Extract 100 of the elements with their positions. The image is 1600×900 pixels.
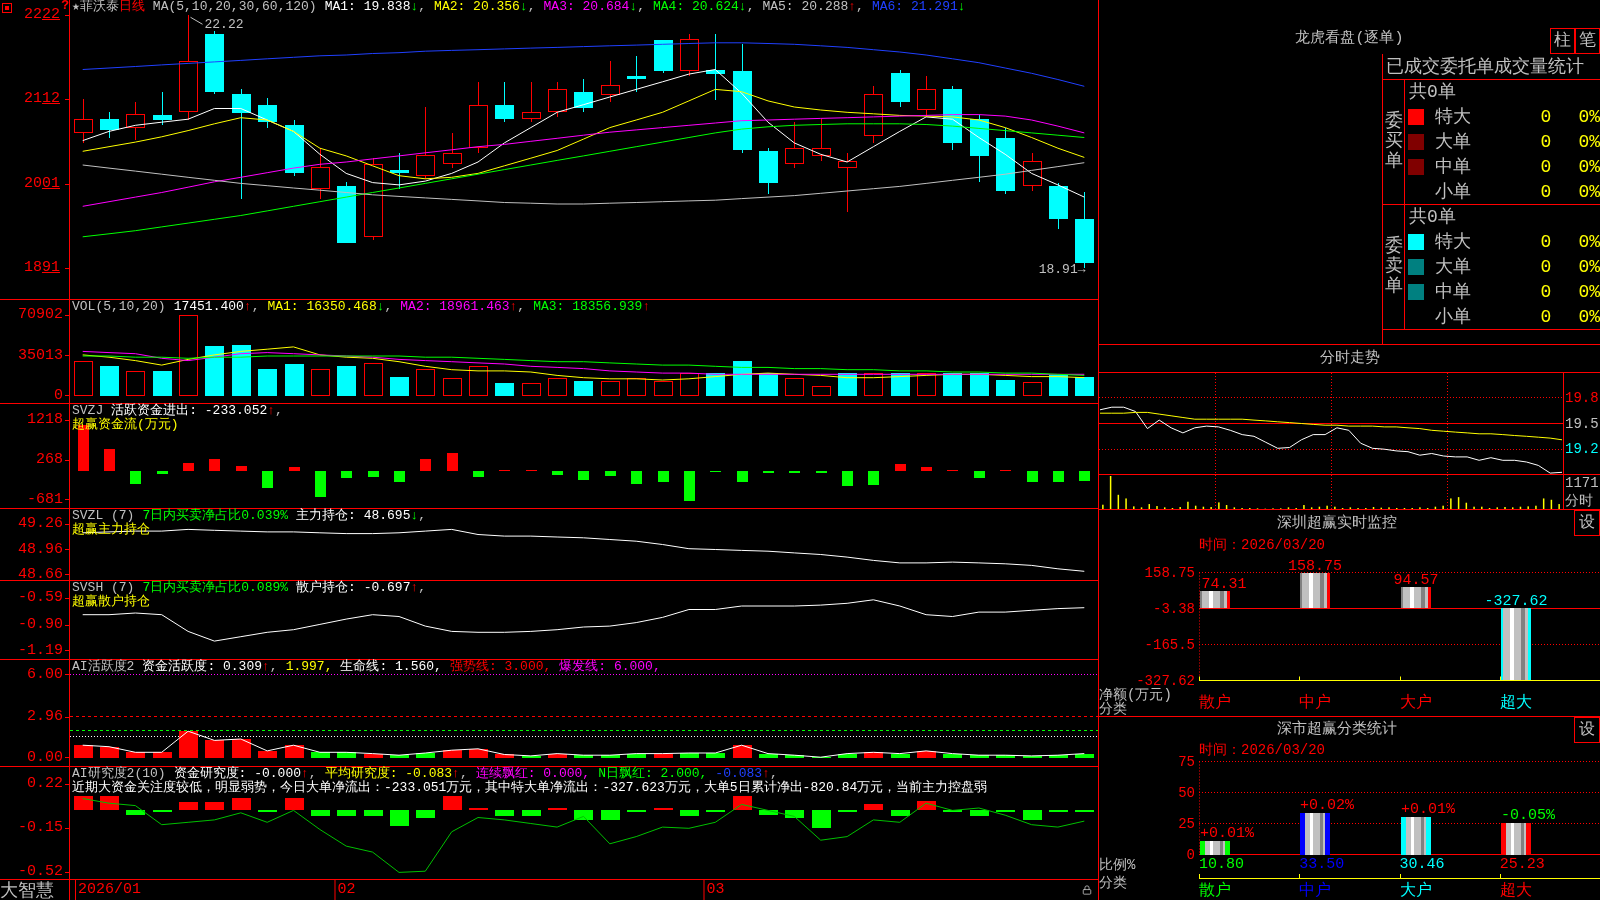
change-label: +0.02% [1300,796,1354,814]
square-marker-icon [2,3,12,13]
legend-entry: MA4: 20.624↓, [653,0,755,14]
help-mark[interactable]: ? [61,0,69,12]
bar [341,471,352,478]
bar [785,378,804,396]
axis-label: 2112 [23,91,60,108]
bar [838,754,857,758]
date-label: 03 [703,880,727,900]
candlestick [469,81,488,154]
order-percent: 0% [1578,306,1600,327]
lock-icon [1082,885,1092,895]
axis-label: 50 [1178,785,1195,800]
legend-entry: MA3: 18356.939↑ [533,300,651,314]
bar [179,802,198,810]
order-count: 0 [1540,256,1552,277]
order-size-label: 小单 [1435,306,1471,327]
view-button[interactable]: 笔 [1575,28,1600,54]
bar [179,731,198,758]
change-label: +0.01% [1200,825,1254,843]
axis-label: 70902 [18,307,63,323]
order-percent: 0% [1578,281,1600,302]
axis-label: 19.5 [1565,415,1599,432]
bar [394,471,405,482]
stock-title: ★菲沃泰日线 [72,0,145,14]
bar [1501,608,1531,681]
bar [578,471,589,480]
axis-label: 6.00 [27,666,63,683]
candlestick [574,78,593,113]
value-label: 25.23 [1499,858,1545,872]
candlestick [759,147,778,195]
bar [1075,377,1094,396]
settings-button[interactable]: 设 [1574,510,1600,536]
indicator-name: MA(5,10,20,30,60,120) [152,0,317,14]
axis-label: 19.8 [1565,389,1599,406]
bar [733,796,752,810]
legend-entry: 活跃资金进出: -233.052↑, [111,404,283,418]
bar [495,383,514,396]
bar [943,373,962,396]
bar [605,471,616,476]
axis-label: 0 [54,387,63,404]
table-title: 已成交委托单成交量统计 [1386,56,1584,77]
axis-title: 分时 [1565,493,1593,509]
bar [258,369,277,396]
view-button[interactable]: 柱 [1550,28,1575,54]
indicator-name: AI研究度2(10) [72,767,166,781]
date-label: 2026/01 [75,880,143,900]
bar [1300,573,1330,608]
bar [654,754,673,758]
bar [390,377,409,396]
candlestick [495,81,514,123]
order-total: 共0单 [1409,82,1456,102]
order-count: 0 [1540,131,1552,152]
order-count: 0 [1540,106,1552,127]
axis-title: 分类 [1099,702,1127,716]
bar [522,810,541,816]
date-label: 时间：2026/03/20 [1199,743,1325,757]
candlestick [311,147,330,200]
bar [315,471,326,497]
candlestick [126,101,145,141]
bar [289,467,300,471]
candlestick [943,85,962,151]
bar [921,467,932,471]
bar [153,371,172,396]
analysis-note: 近期大资金关注度较低，明显弱势，今日大单净流出：-233.051万元，其中特大单净流出：-327.623万元，大单5日累计净出-820.84万元，当前主力控盘弱 [72,781,988,795]
bar [868,471,879,485]
settings-button[interactable]: 设 [1574,717,1600,743]
bar [126,371,145,396]
panel-title: 深圳超赢实时监控 [1276,514,1397,533]
category-label: 中户 [1299,882,1332,900]
bar [443,378,462,396]
order-count: 0 [1540,306,1552,327]
bar [443,796,462,810]
bar [1023,382,1042,396]
category-label: 超大 [1499,882,1532,900]
order-percent: 0% [1578,181,1600,202]
group-label: 委卖单 [1384,237,1403,297]
bar [601,810,620,820]
bar [631,471,642,484]
bar [812,386,831,396]
legend-entry: 生命线: 1.560, [340,660,442,674]
bar [416,369,435,396]
axis-title: 分类 [1099,876,1127,890]
candlestick [1023,152,1042,192]
bar [74,796,93,810]
candlestick [205,30,224,95]
candlestick [232,88,251,200]
axis-label: 2222 [23,7,60,24]
legend-entry: -0.083↑, [715,767,778,781]
legend-entry: MA5: 20.288↑, [762,0,864,14]
bar [337,366,356,396]
axis-label: 48.66 [18,566,63,583]
order-size-label: 特大 [1435,106,1471,127]
value-label: 33.50 [1299,858,1345,872]
axis-label: -0.52 [18,864,63,881]
order-size-label: 小单 [1435,181,1471,202]
candlestick [258,97,277,129]
group-label: 委买单 [1384,112,1403,172]
order-percent: 0% [1578,231,1600,252]
axis-label: 1218 [27,412,63,429]
